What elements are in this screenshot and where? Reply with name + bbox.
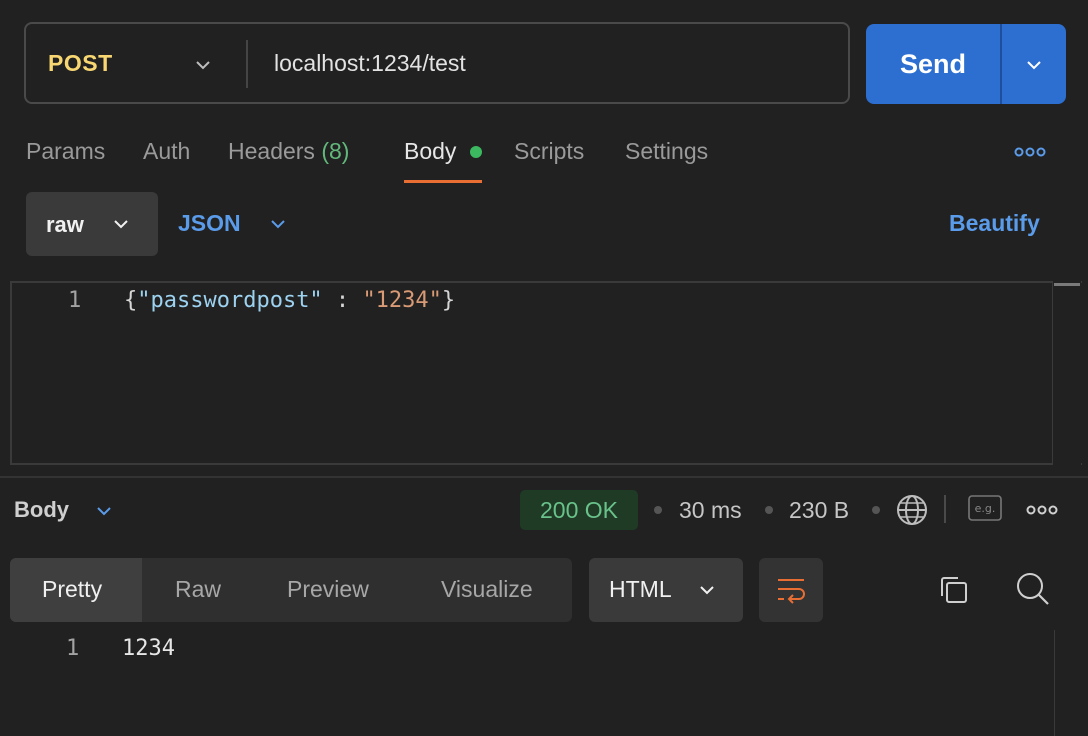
response-time[interactable]: 30 ms: [679, 497, 742, 524]
chevron-down-icon[interactable]: [94, 501, 114, 521]
tab-headers-label: Headers: [228, 138, 315, 164]
status-text: 200 OK: [540, 497, 618, 523]
tab-auth[interactable]: Auth: [143, 138, 190, 165]
wrap-icon: [778, 579, 805, 604]
response-scrollbar[interactable]: [1054, 630, 1088, 736]
copy-icon[interactable]: [936, 572, 972, 608]
editor-scrollbar[interactable]: [1052, 281, 1081, 465]
code-colon: :: [322, 288, 363, 313]
body-mode-select[interactable]: raw: [26, 192, 158, 256]
tab-params[interactable]: Params: [26, 138, 105, 165]
response-size[interactable]: 230 B: [789, 497, 849, 524]
response-line-number: 1: [66, 636, 80, 661]
globe-icon[interactable]: [895, 493, 929, 527]
view-tab-preview[interactable]: Preview: [287, 576, 369, 603]
view-tab-raw[interactable]: Raw: [175, 576, 221, 603]
url-bar: POST localhost:1234/test: [24, 22, 850, 104]
more-icon[interactable]: [1026, 504, 1058, 516]
view-tab-visualize[interactable]: Visualize: [441, 576, 533, 603]
response-resize-divider[interactable]: [0, 476, 1088, 478]
response-language-select[interactable]: HTML: [589, 558, 743, 622]
example-icon-label: e.g.: [975, 502, 996, 515]
response-content[interactable]: 1234: [122, 636, 175, 661]
response-view-tabs: Pretty Raw Preview Visualize: [10, 558, 572, 622]
separator-dot: [765, 506, 773, 514]
body-format-select[interactable]: JSON: [178, 210, 241, 237]
headers-count-badge: (8): [321, 138, 350, 164]
status-badge[interactable]: 200 OK: [520, 490, 638, 530]
view-tab-pretty[interactable]: Pretty: [42, 576, 102, 603]
toolbar-divider: [944, 495, 946, 523]
editor-line-number: 1: [68, 288, 82, 313]
chevron-down-icon: [114, 220, 128, 229]
body-modified-dot: [470, 146, 482, 158]
active-tab-underline: [404, 180, 482, 183]
editor-code-line[interactable]: {"passwordpost" : "1234"}: [124, 288, 455, 313]
separator-dot: [654, 506, 662, 514]
wrap-lines-button[interactable]: [759, 558, 823, 622]
chevron-down-icon[interactable]: [1024, 55, 1044, 75]
body-mode-label: raw: [46, 212, 84, 237]
code-json-value: "1234": [362, 288, 442, 313]
chevron-down-icon[interactable]: [194, 56, 212, 74]
example-icon[interactable]: e.g.: [968, 495, 1002, 521]
url-input[interactable]: localhost:1234/test: [274, 50, 466, 77]
send-button-label[interactable]: Send: [866, 24, 1000, 104]
tab-settings[interactable]: Settings: [625, 138, 708, 165]
beautify-button[interactable]: Beautify: [949, 210, 1040, 237]
chevron-down-icon[interactable]: [268, 214, 288, 234]
chevron-down-icon: [700, 586, 714, 595]
tab-headers[interactable]: Headers (8): [228, 138, 349, 165]
response-language-label: HTML: [609, 576, 672, 602]
method-select[interactable]: POST: [48, 50, 113, 77]
code-brace-close: }: [441, 288, 456, 313]
separator-dot: [872, 506, 880, 514]
tab-scripts[interactable]: Scripts: [514, 138, 584, 165]
more-icon[interactable]: [1014, 146, 1046, 158]
code-json-key: "passwordpost": [137, 288, 323, 313]
tab-body[interactable]: Body: [404, 138, 456, 165]
code-brace-open: {: [124, 288, 138, 313]
search-icon[interactable]: [1014, 570, 1052, 608]
url-divider: [246, 40, 248, 88]
editor-scrollbar-thumb[interactable]: [1054, 283, 1080, 286]
send-button[interactable]: Send: [866, 24, 1066, 104]
send-split-divider: [1000, 24, 1002, 104]
response-section-select[interactable]: Body: [14, 497, 69, 523]
